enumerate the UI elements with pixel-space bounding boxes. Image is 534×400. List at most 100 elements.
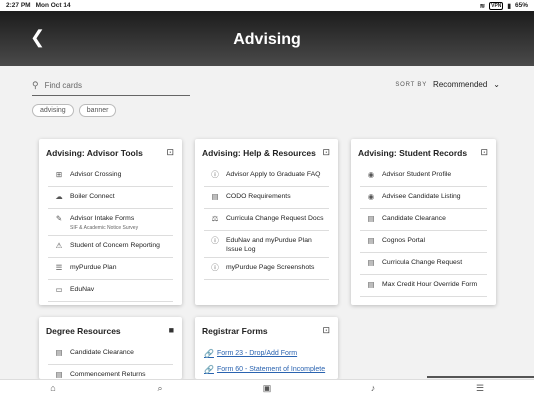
- bookmark-filled-icon[interactable]: ■: [169, 325, 174, 335]
- list-item[interactable]: ▤ Max Credit Hour Override Form: [360, 280, 487, 297]
- menu-icon[interactable]: ☰: [473, 383, 487, 394]
- item-icon: ▤: [367, 258, 375, 267]
- list-item[interactable]: ◉ Advisee Candidate Listing: [360, 192, 487, 209]
- item-icon: ◉: [367, 192, 375, 201]
- item-label: Cognos Portal: [382, 237, 426, 244]
- bookmark-icon[interactable]: ⊡: [480, 147, 488, 158]
- vpn-badge: VPN: [489, 1, 504, 10]
- form-link[interactable]: 🔗 Form 23 - Drop/Add Form: [204, 349, 329, 358]
- item-icon: ▤: [367, 280, 375, 289]
- card-student-records: Advising: Student Records ⊡ ◉ Advisor Stu…: [351, 139, 496, 305]
- list-item[interactable]: ⓘ Advisor Apply to Graduate FAQ: [204, 170, 329, 187]
- link-icon: 🔗: [204, 365, 214, 374]
- list-item[interactable]: ▤ Curricula Change Request: [360, 258, 487, 275]
- item-label-wrap: CODO Requirements: [226, 193, 291, 202]
- search-icon: ⚲: [32, 80, 39, 90]
- item-label-wrap: Curricula Change Request Docs: [226, 215, 323, 224]
- item-label-wrap: Cognos Portal: [382, 237, 425, 246]
- bookmark-icon[interactable]: ⊡: [322, 147, 330, 158]
- bookmark-icon[interactable]: ⊡: [322, 325, 330, 336]
- item-label: Student of Concern Reporting: [70, 242, 160, 249]
- list-item[interactable]: ▤ Commencement Returns: [48, 370, 173, 379]
- item-label: Advisee Candidate Listing: [382, 193, 461, 200]
- item-icon: ⚖: [211, 214, 219, 223]
- list-item[interactable]: ▤ Cognos Portal: [360, 236, 487, 253]
- item-label: Candidate Clearance: [70, 349, 134, 356]
- item-icon: ☁: [55, 192, 63, 201]
- list-item[interactable]: ☰ myPurdue Plan: [48, 263, 173, 280]
- item-icon: ☰: [55, 263, 63, 272]
- search-placeholder: Find cards: [44, 81, 82, 90]
- home-icon[interactable]: ⌂: [46, 383, 60, 393]
- list-item[interactable]: ▤ Candidate Clearance: [360, 214, 487, 231]
- list-item[interactable]: ⚠ Student of Concern Reporting: [48, 241, 173, 258]
- list-item[interactable]: ☁ Boiler Connect: [48, 192, 173, 209]
- list-item[interactable]: ⊞ Advisor Crossing: [48, 170, 173, 187]
- chip-advising[interactable]: advising: [32, 104, 74, 117]
- item-label: CODO Requirements: [226, 193, 291, 200]
- form-link[interactable]: 🔗 Form 60 - Statement of Incomplete: [204, 365, 329, 374]
- home-indicator: [427, 376, 534, 378]
- item-icon: ▤: [211, 192, 219, 201]
- item-icon: ◉: [367, 170, 375, 179]
- status-bar: 2:27 PM Mon Oct 14 ≋ VPN ▮ 65%: [0, 0, 534, 11]
- item-icon: ▤: [367, 214, 375, 223]
- item-icon: ▤: [367, 236, 375, 245]
- battery-percent: 65%: [514, 2, 528, 9]
- item-label: myPurdue Plan: [70, 264, 117, 271]
- bell-icon[interactable]: ♪: [366, 383, 380, 393]
- item-label-wrap: Curricula Change Request: [382, 259, 462, 268]
- page-title: Advising: [233, 31, 301, 48]
- list-item[interactable]: ⓘ myPurdue Page Screenshots: [204, 263, 329, 280]
- link-icon: 🔗: [204, 349, 214, 358]
- search-icon[interactable]: ⌕: [153, 383, 167, 394]
- chip-banner[interactable]: banner: [78, 104, 117, 117]
- item-label-wrap: Advisee Candidate Listing: [382, 193, 461, 202]
- item-icon: ⓘ: [211, 170, 219, 179]
- list-item[interactable]: ⓘ EduNav and myPurdue Plan Issue Log: [204, 236, 329, 258]
- card-advisor-tools: Advising: Advisor Tools ⊡ ⊞ Advisor Cross…: [39, 139, 182, 305]
- item-label: Advisor Apply to Graduate FAQ: [226, 171, 321, 178]
- item-label-wrap: Student of Concern Reporting: [70, 242, 160, 251]
- item-label: Max Credit Hour Override Form: [382, 281, 478, 288]
- item-label: Advisor Crossing: [70, 171, 122, 178]
- list-item[interactable]: ▤ Candidate Clearance: [48, 348, 173, 365]
- item-label-wrap: Candidate Clearance: [70, 349, 134, 358]
- sort-value: Recommended: [433, 80, 488, 89]
- item-label-wrap: myPurdue Page Screenshots: [226, 264, 314, 273]
- card-title: Advising: Student Records: [358, 148, 468, 158]
- card-degree-resources: Degree Resources ■ ▤ Candidate Clearance ▤…: [39, 317, 182, 379]
- wifi-icon: ≋: [479, 2, 486, 10]
- list-item[interactable]: ⚖ Curricula Change Request Docs: [204, 214, 329, 231]
- item-label-wrap: Max Credit Hour Override Form: [382, 281, 477, 290]
- item-label-wrap: Commencement Returns: [70, 371, 146, 379]
- card-title: Advising: Help & Resources: [202, 148, 316, 158]
- item-icon: ⓘ: [211, 263, 219, 272]
- bookmark-icon[interactable]: ⊡: [166, 147, 174, 158]
- list-item[interactable]: ▭ EduNav: [48, 285, 173, 302]
- item-label: Advisor Intake Forms: [70, 215, 135, 222]
- battery-icon: ▮: [507, 2, 511, 10]
- item-label-wrap: Boiler Connect: [70, 193, 115, 202]
- item-icon: ✎: [55, 214, 63, 223]
- list-item[interactable]: ✎ Advisor Intake Forms SIF & Academic Noti…: [48, 214, 173, 236]
- item-label-wrap: EduNav and myPurdue Plan Issue Log: [226, 237, 329, 254]
- search-input[interactable]: ⚲ Find cards: [32, 76, 190, 96]
- sort-label: SORT BY: [395, 81, 428, 88]
- item-sublabel: SIF & Academic Notice Survey: [70, 224, 139, 231]
- sort-control[interactable]: SORT BY Recommended ⌄: [395, 80, 500, 89]
- item-icon: ⓘ: [211, 236, 219, 245]
- card-title: Registrar Forms: [202, 326, 268, 336]
- app-header: ❮ Advising: [0, 11, 534, 66]
- calendar-icon[interactable]: ▣: [260, 383, 274, 394]
- list-item[interactable]: ◉ Advisor Student Profile: [360, 170, 487, 187]
- card-registrar-forms: Registrar Forms ⊡ 🔗 Form 23 - Drop/Add Fo…: [195, 317, 338, 379]
- item-label: Candidate Clearance: [382, 215, 446, 222]
- card-help-resources: Advising: Help & Resources ⊡ ⓘ Advisor Ap…: [195, 139, 338, 305]
- chevron-down-icon: ⌄: [493, 80, 500, 89]
- item-label: myPurdue Page Screenshots: [226, 264, 315, 271]
- item-label-wrap: Advisor Apply to Graduate FAQ: [226, 171, 320, 180]
- item-label: Curricula Change Request: [382, 259, 463, 266]
- status-date: Mon Oct 14: [35, 2, 71, 9]
- list-item[interactable]: ▤ CODO Requirements: [204, 192, 329, 209]
